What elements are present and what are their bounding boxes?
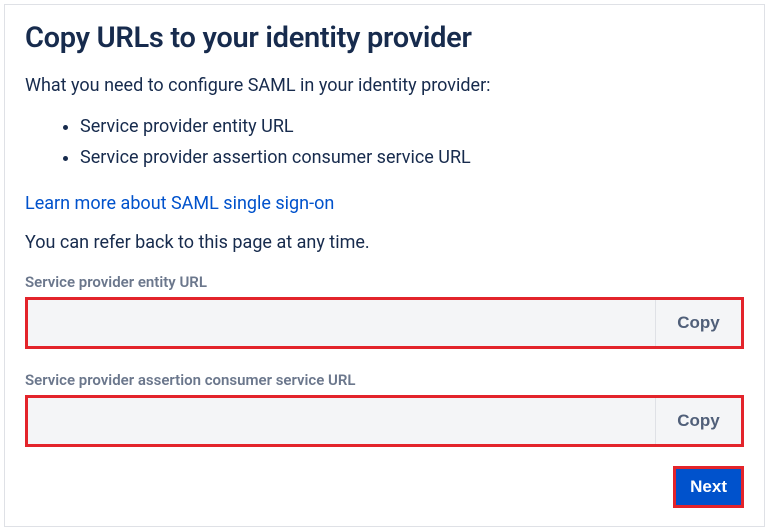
entity-url-label: Service provider entity URL bbox=[25, 273, 744, 291]
acs-url-input[interactable] bbox=[28, 398, 655, 444]
page-title: Copy URLs to your identity provider bbox=[25, 21, 744, 55]
list-item: Service provider assertion consumer serv… bbox=[80, 143, 744, 174]
copy-entity-url-button[interactable]: Copy bbox=[655, 300, 741, 346]
next-button[interactable]: Next bbox=[676, 469, 741, 505]
list-item: Service provider entity URL bbox=[80, 112, 744, 143]
entity-url-input[interactable] bbox=[28, 300, 655, 346]
next-button-highlight: Next bbox=[673, 466, 744, 508]
acs-url-row: Copy bbox=[25, 395, 744, 447]
copy-acs-url-button[interactable]: Copy bbox=[655, 398, 741, 444]
learn-more-link[interactable]: Learn more about SAML single sign-on bbox=[25, 193, 334, 214]
saml-config-panel: Copy URLs to your identity provider What… bbox=[4, 4, 765, 527]
acs-url-label: Service provider assertion consumer serv… bbox=[25, 371, 744, 389]
intro-text: What you need to configure SAML in your … bbox=[25, 75, 744, 96]
refer-note: You can refer back to this page at any t… bbox=[25, 232, 744, 253]
requirements-list: Service provider entity URL Service prov… bbox=[25, 112, 744, 173]
entity-url-row: Copy bbox=[25, 297, 744, 349]
